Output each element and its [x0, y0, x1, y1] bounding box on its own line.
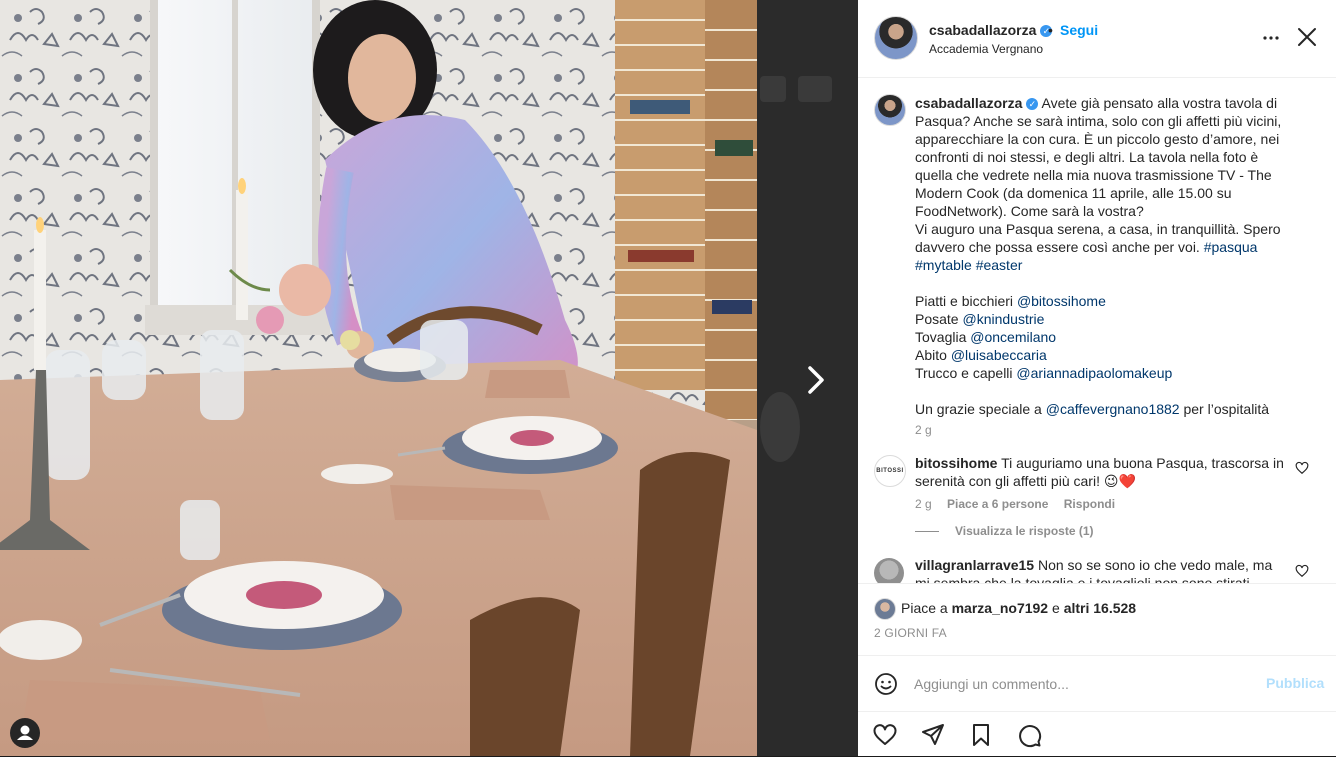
chevron-right-icon[interactable] — [800, 362, 832, 398]
tagged-user-icon[interactable] — [10, 718, 40, 748]
avatar[interactable] — [874, 16, 918, 60]
comment-text: villagranlarrave15 Non so se sono io che… — [915, 556, 1287, 583]
comment-timestamp[interactable]: 2 g — [915, 497, 932, 511]
location-link[interactable]: Accademia Vergnano — [929, 42, 1043, 56]
caption-line: FoodNetwork). Come sarà la vostra? — [915, 203, 1144, 219]
caption-line: Avete già pensato alla vostra tavola di — [1041, 95, 1278, 111]
paper-plane-icon[interactable] — [920, 722, 946, 748]
verified-badge-icon: ✓ — [1026, 98, 1039, 110]
caption-line: confronti di noi stessi, e degli altri. … — [915, 149, 1259, 165]
comment-likes-link[interactable]: Piace a 6 persone — [947, 497, 1048, 511]
mention-link[interactable]: @knindustrie — [962, 311, 1044, 327]
separator-dot: • — [1048, 22, 1053, 38]
mention-link[interactable]: @luisabeccaria — [951, 347, 1047, 363]
action-bar — [858, 711, 1336, 757]
hashtag-link[interactable]: #easter — [976, 257, 1023, 273]
post-caption: csabadallazorza ✓ Avete già pensato alla … — [915, 94, 1320, 418]
thanks-text: per l’ospitalità — [1183, 401, 1270, 417]
caption-line: Pasqua? Anche se sarà intima, solo con g… — [915, 113, 1282, 129]
caption-line: davvero che possa essere così anche per … — [915, 239, 1200, 255]
caption-line: quella che vedrete nella mia nuova trasm… — [915, 167, 1272, 183]
publish-button[interactable]: Pubblica — [1266, 675, 1324, 691]
avatar[interactable] — [874, 558, 904, 583]
credit-label: Abito — [915, 347, 947, 363]
username-text[interactable]: csabadallazorza — [929, 22, 1036, 38]
follow-button[interactable]: Segui — [1060, 22, 1098, 38]
avatar[interactable] — [874, 94, 906, 126]
view-replies-label[interactable]: Visualizza le risposte (1) — [955, 524, 1094, 538]
post-age[interactable]: 2 GIORNI FA — [874, 626, 947, 640]
like-comment-heart-icon[interactable] — [1295, 461, 1309, 475]
caption-timestamp[interactable]: 2 g — [915, 423, 932, 437]
thanks-text: Un grazie speciale a — [915, 401, 1042, 417]
likes-section: Piace a marza_no7192 e altri 16.528 2 GI… — [858, 583, 1336, 656]
credit-label: Posate — [915, 311, 959, 327]
photo-illustration — [0, 0, 757, 756]
hashtag-link[interactable]: #pasqua — [1204, 239, 1258, 255]
comment-username[interactable]: bitossihome — [915, 455, 997, 471]
comments-section: csabadallazorza ✓ Avete già pensato alla … — [858, 78, 1336, 583]
avatar[interactable] — [874, 598, 896, 620]
mention-link[interactable]: @oncemilano — [970, 329, 1056, 345]
speech-bubble-icon[interactable] — [1016, 722, 1042, 748]
avatar[interactable]: BITOSSI — [874, 455, 906, 487]
smiley-icon[interactable] — [874, 672, 898, 696]
like-comment-heart-icon[interactable] — [1295, 564, 1309, 578]
mention-link[interactable]: @bitossihome — [1017, 293, 1106, 309]
mention-link[interactable]: @ariannadipaolomakeup — [1016, 365, 1172, 381]
mention-link[interactable]: @caffevergnano1882 — [1046, 401, 1180, 417]
likes-conjunction: e — [1052, 600, 1060, 616]
close-icon[interactable] — [1294, 24, 1320, 50]
post-detail-panel: csabadallazorza ✓ • Segui Accademia Vergn… — [858, 0, 1336, 756]
more-options-icon[interactable] — [1259, 26, 1283, 50]
heart-icon[interactable] — [872, 722, 898, 748]
bg-button — [798, 76, 832, 102]
credit-label: Piatti e bicchieri — [915, 293, 1014, 309]
comment-text: bitossihome Ti auguriamo una buona Pasqu… — [915, 454, 1287, 490]
comment-username[interactable]: villagranlarrave15 — [915, 557, 1034, 573]
likes-prefix: Piace a — [901, 600, 948, 616]
bg-avatar — [760, 392, 800, 462]
username-link[interactable]: csabadallazorza ✓ — [929, 22, 1053, 38]
post-header: csabadallazorza ✓ • Segui Accademia Vergn… — [858, 0, 1336, 78]
add-comment-form: Pubblica — [858, 655, 1336, 711]
bookmark-icon[interactable] — [968, 722, 994, 748]
caption-line: Vi auguro una Pasqua serena, a casa, in … — [915, 221, 1281, 237]
comment-input[interactable] — [912, 668, 1256, 700]
likes-count[interactable]: altri 16.528 — [1064, 600, 1136, 616]
caption-line: apparecchiare la con cura. È un piccolo … — [915, 131, 1280, 147]
view-replies-button[interactable]: Visualizza le risposte (1) — [915, 524, 1094, 538]
replies-divider — [915, 531, 939, 533]
credit-label: Tovaglia — [915, 329, 967, 345]
liker-username[interactable]: marza_no7192 — [952, 600, 1049, 616]
credit-label: Trucco e capelli — [915, 365, 1013, 381]
bg-button — [760, 76, 786, 102]
caption-line: Modern Cook (da domenica 11 aprile, alle… — [915, 185, 1232, 201]
hashtag-link[interactable]: #mytable — [915, 257, 972, 273]
post-photo — [0, 0, 757, 756]
reply-button[interactable]: Rispondi — [1064, 497, 1115, 511]
caption-username[interactable]: csabadallazorza — [915, 95, 1022, 111]
likes-summary[interactable]: Piace a marza_no7192 e altri 16.528 — [901, 600, 1136, 616]
comment-meta: 2 g Piace a 6 persone Rispondi — [915, 497, 1127, 511]
